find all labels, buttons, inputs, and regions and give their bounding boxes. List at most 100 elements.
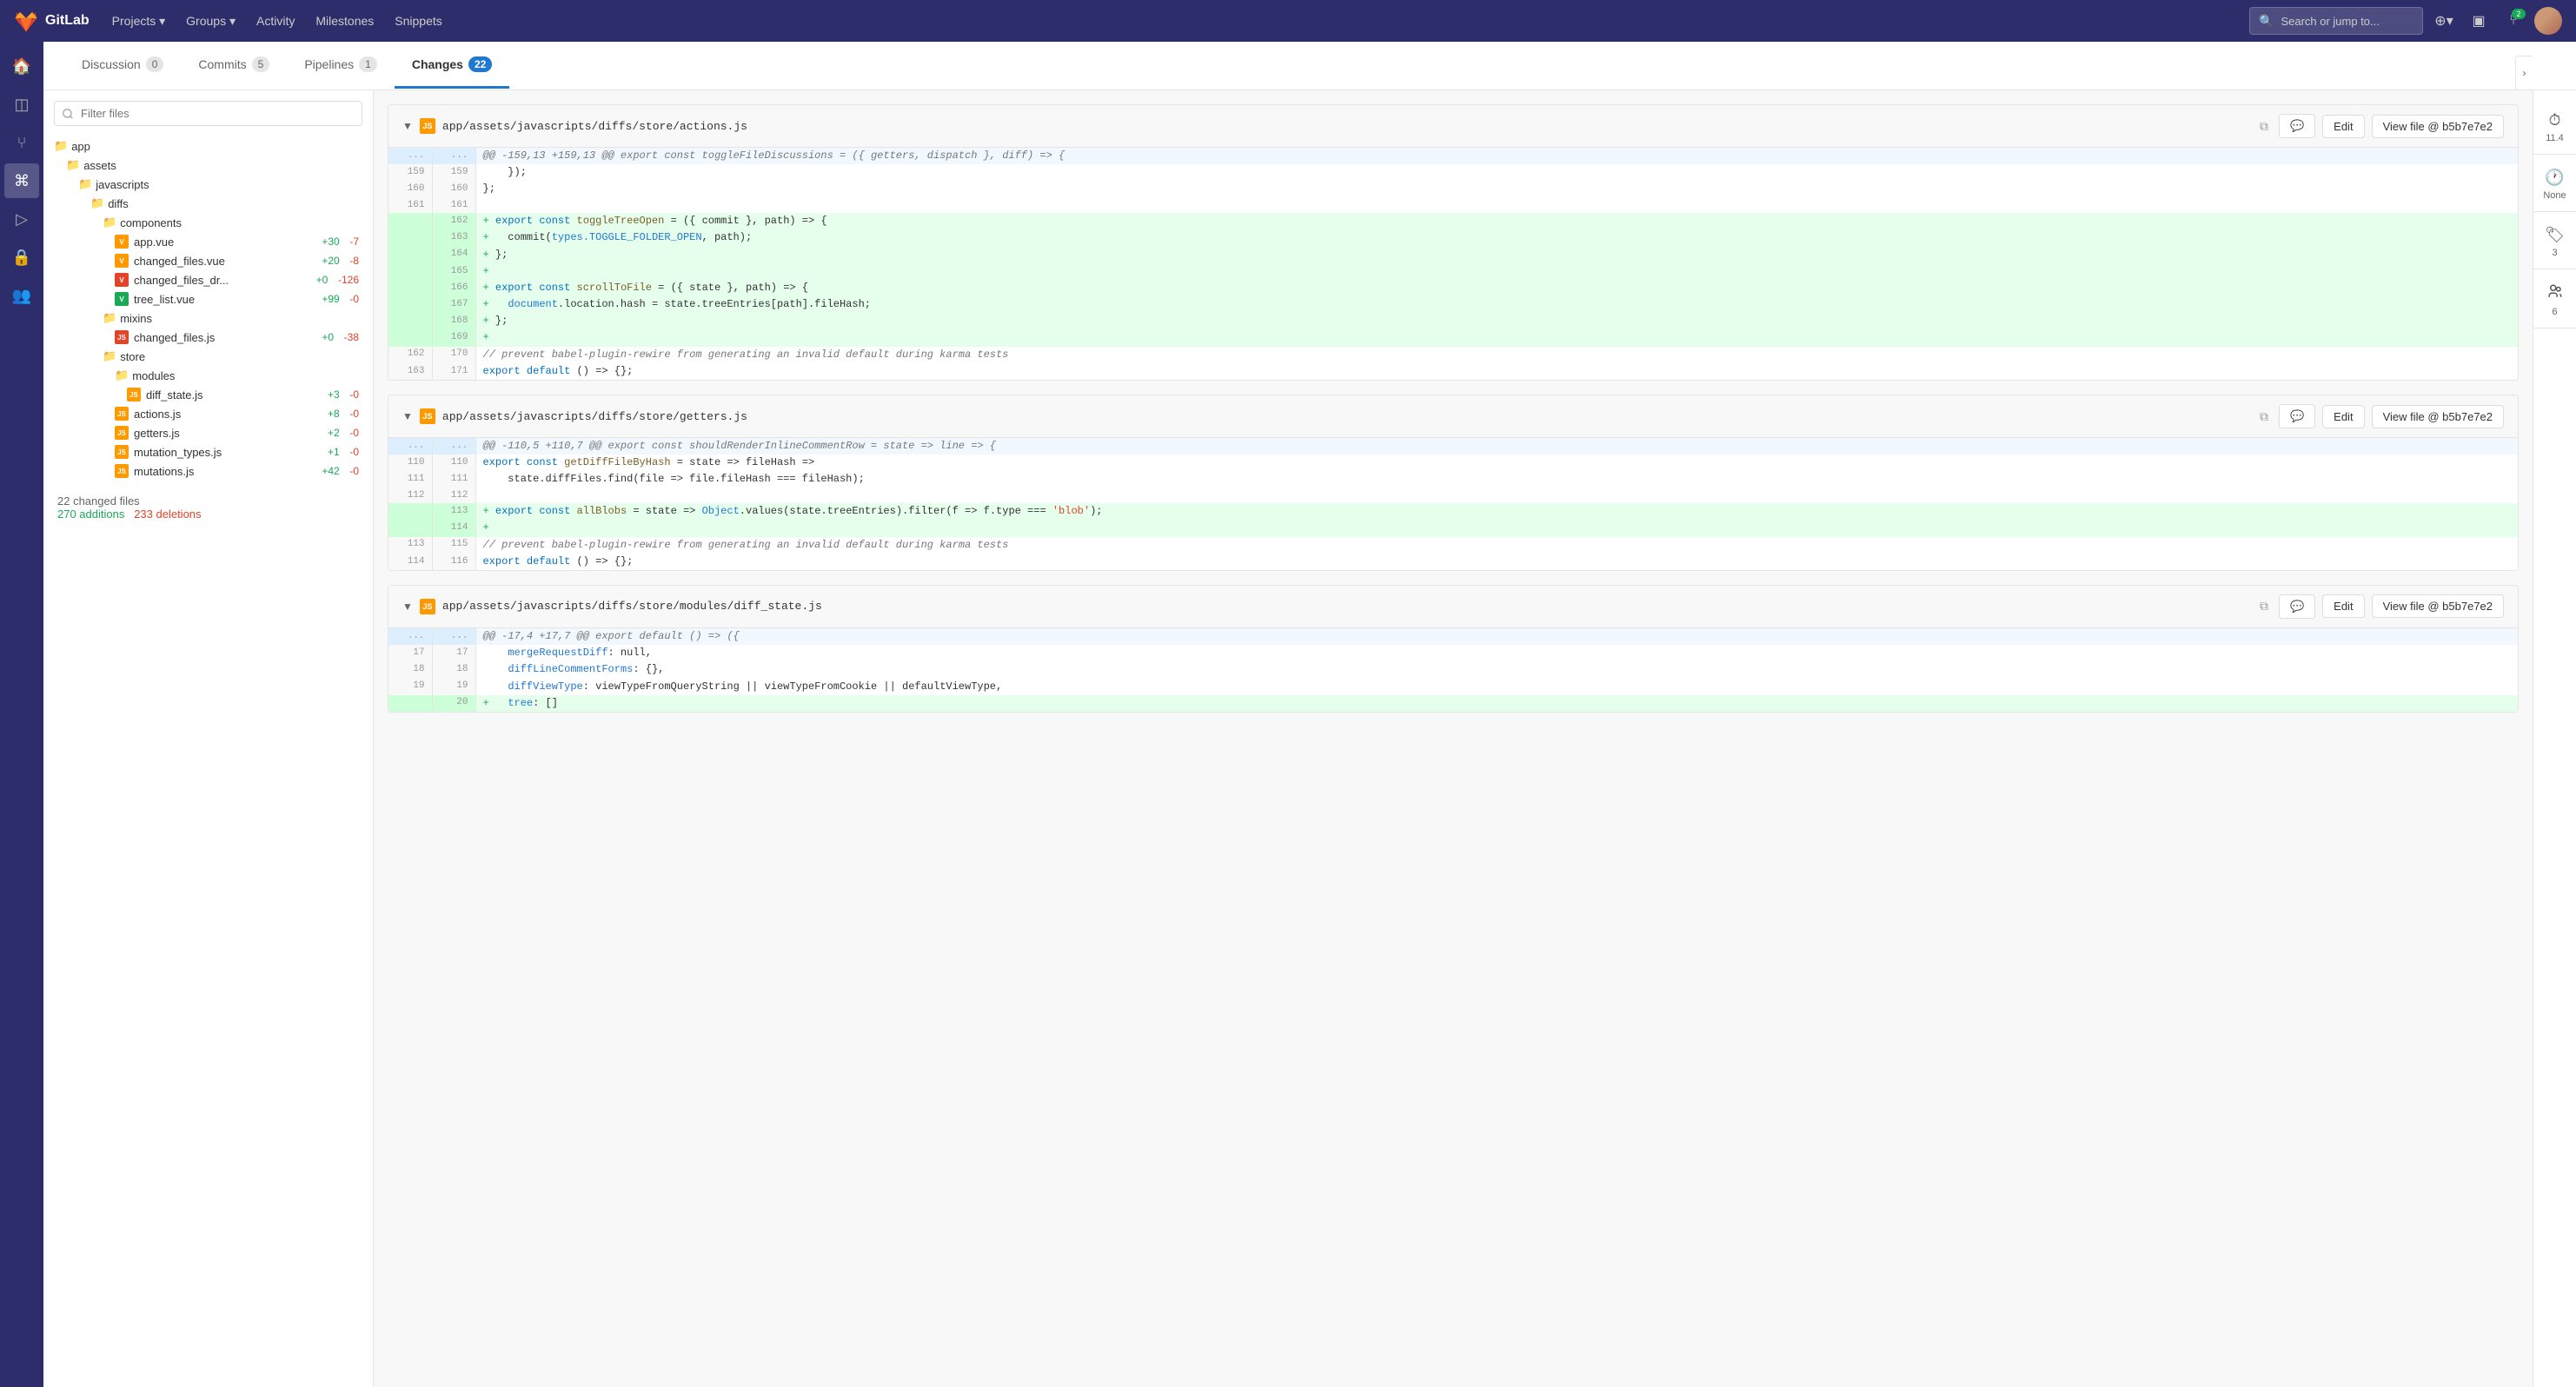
tab-changes-label: Changes: [412, 57, 463, 71]
search-box[interactable]: 🔍 Search or jump to...: [2249, 7, 2423, 35]
js-file-icon: JS: [115, 426, 129, 440]
tree-folder-diffs[interactable]: 📁 diffs: [54, 194, 362, 213]
sidebar-security[interactable]: 🔒: [4, 240, 39, 275]
code-table-2: ... ... @@ -110,5 +110,7 @@ export const…: [388, 438, 2518, 570]
edit-btn-3[interactable]: Edit: [2322, 594, 2364, 618]
collapse-btn-3[interactable]: ▼: [402, 601, 413, 613]
icon-sidebar: 🏠 ◫ ⑂ ⌘ ▷ 🔒 👥: [0, 42, 43, 1387]
nav-activity[interactable]: Activity: [248, 9, 303, 33]
tree-folder-app[interactable]: 📁 app: [54, 136, 362, 156]
tree-folder-javascripts[interactable]: 📁 javascripts: [54, 175, 362, 194]
tree-folder-components[interactable]: 📁 components: [54, 213, 362, 232]
plus-btn[interactable]: ⊕▾: [2430, 7, 2458, 35]
code-line: 160 160 };: [388, 181, 2518, 197]
copy-path-btn-3[interactable]: ⧉: [2256, 595, 2272, 617]
nav-right: 🔍 Search or jump to... ⊕▾ ▣ ⑂ 2: [2249, 7, 2562, 35]
folder-icon: 📁: [103, 311, 116, 325]
code-line: 113 115 // prevent babel-plugin-rewire f…: [388, 537, 2518, 554]
copy-path-btn-2[interactable]: ⧉: [2256, 406, 2272, 428]
user-avatar-btn[interactable]: [2534, 7, 2562, 35]
code-line-add: 168 + };: [388, 313, 2518, 329]
vue-file-icon: V: [115, 254, 129, 268]
sidebar-ci[interactable]: ▷: [4, 202, 39, 236]
content-area: 📁 app 📁 assets 📁 javascripts 📁 diffs: [43, 90, 2576, 1387]
code-line-add: 113 + export const allBlobs = state => O…: [388, 503, 2518, 520]
code-line: 18 18 diffLineCommentForms: {},: [388, 661, 2518, 678]
view-file-btn-2[interactable]: View file @ b5b7e7e2: [2372, 405, 2504, 428]
tab-changes[interactable]: Changes 22: [395, 43, 509, 89]
code-line: 114 116 export default () => {};: [388, 554, 2518, 570]
code-line-add: 20 + tree: []: [388, 695, 2518, 712]
tab-pipelines-count: 1: [359, 56, 377, 72]
comment-btn-3[interactable]: 💬: [2279, 594, 2315, 619]
tree-file-getters-js[interactable]: JS getters.js +2 -0: [54, 423, 362, 442]
comment-btn-2[interactable]: 💬: [2279, 404, 2315, 428]
collapse-btn-2[interactable]: ▼: [402, 410, 413, 422]
merge-requests-btn[interactable]: ⑂ 2: [2500, 7, 2527, 35]
file-type-icon-1: JS: [420, 118, 435, 134]
code-line-add: 114 +: [388, 520, 2518, 536]
sidebar-home[interactable]: 🏠: [4, 49, 39, 83]
diff-area: ▼ JS app/assets/javascripts/diffs/store/…: [374, 90, 2533, 1387]
view-file-btn-1[interactable]: View file @ b5b7e7e2: [2372, 115, 2504, 138]
tree-folder-modules[interactable]: 📁 modules: [54, 366, 362, 385]
tab-commits-count: 5: [252, 56, 270, 72]
sidebar-issues[interactable]: ◫: [4, 87, 39, 122]
tree-file-diff-state[interactable]: JS diff_state.js +3 -0: [54, 385, 362, 404]
tree-file-changed-files-js[interactable]: JS changed_files.js +0 -38: [54, 328, 362, 347]
tree-file-app-vue[interactable]: V app.vue +30 -7: [54, 232, 362, 251]
tree-file-mutation-types[interactable]: JS mutation_types.js +1 -0: [54, 442, 362, 461]
tree-file-changed-files-dr[interactable]: V changed_files_dr... +0 -126: [54, 270, 362, 289]
code-table-3: ... ... @@ -17,4 +17,7 @@ export default…: [388, 628, 2518, 712]
tabs-bar: Discussion 0 Commits 5 Pipelines 1 Chang…: [43, 42, 2576, 90]
right-sidebar-collapse-btn[interactable]: ›: [2515, 56, 2533, 90]
nav-groups[interactable]: Groups ▾: [177, 9, 244, 34]
milestone-icon: 🕐: [2545, 169, 2564, 187]
tree-file-changed-files-vue[interactable]: V changed_files.vue +20 -8: [54, 251, 362, 270]
participants-icon: [2547, 283, 2563, 303]
sidebar-code[interactable]: ⌘: [4, 163, 39, 198]
filter-files-input[interactable]: [54, 101, 362, 126]
tab-discussion[interactable]: Discussion 0: [64, 43, 181, 89]
edit-btn-2[interactable]: Edit: [2322, 405, 2364, 428]
nav-snippets[interactable]: Snippets: [386, 9, 450, 33]
sidebar-members[interactable]: 👥: [4, 278, 39, 313]
tree-file-tree-list-vue[interactable]: V tree_list.vue +99 -0: [54, 289, 362, 309]
tree-file-actions-js[interactable]: JS actions.js +8 -0: [54, 404, 362, 423]
sidebar-toggle-btn[interactable]: ▣: [2465, 7, 2493, 35]
comment-btn-1[interactable]: 💬: [2279, 114, 2315, 138]
tree-file-mutations-js[interactable]: JS mutations.js +42 -0: [54, 461, 362, 481]
code-line: 112 112: [388, 488, 2518, 504]
tree-folder-store[interactable]: 📁 store: [54, 347, 362, 366]
tab-discussion-label: Discussion: [82, 57, 141, 71]
widget-participants: 6: [2533, 273, 2576, 328]
summary-deletions: 233 deletions: [134, 508, 201, 521]
tree-folder-mixins[interactable]: 📁 mixins: [54, 309, 362, 328]
nav-projects[interactable]: Projects ▾: [103, 9, 175, 34]
tab-commits[interactable]: Commits 5: [181, 43, 287, 89]
diff-file-actions-js: ▼ JS app/assets/javascripts/diffs/store/…: [388, 104, 2519, 381]
sidebar-mergerequests[interactable]: ⑂: [4, 125, 39, 160]
code-line: 162 170 // prevent babel-plugin-rewire f…: [388, 347, 2518, 363]
tree-folder-assets[interactable]: 📁 assets: [54, 156, 362, 175]
diff-file-actions-3: 💬 Edit View file @ b5b7e7e2: [2279, 594, 2504, 619]
search-icon: 🔍: [2259, 14, 2274, 29]
nav-milestones[interactable]: Milestones: [307, 9, 382, 33]
vue-file-icon: V: [115, 273, 129, 287]
code-line-add: 169 +: [388, 329, 2518, 346]
code-line-add: 166 + export const scrollToFile = ({ sta…: [388, 280, 2518, 296]
js-file-icon: JS: [115, 407, 129, 421]
collapse-btn-1[interactable]: ▼: [402, 120, 413, 132]
code-line-add: 162 + export const toggleTreeOpen = ({ c…: [388, 213, 2518, 229]
hunk-line: ... ... @@ -110,5 +110,7 @@ export const…: [388, 438, 2518, 455]
gitlab-logo[interactable]: GitLab: [14, 9, 90, 33]
view-file-btn-3[interactable]: View file @ b5b7e7e2: [2372, 594, 2504, 618]
diff-file-actions-1: 💬 Edit View file @ b5b7e7e2: [2279, 114, 2504, 138]
diff-file-path-3: app/assets/javascripts/diffs/store/modul…: [442, 600, 2249, 613]
vue-file-icon: V: [115, 235, 129, 249]
copy-path-btn-1[interactable]: ⧉: [2256, 116, 2272, 137]
widget-time: ⏱ 11.4: [2533, 101, 2576, 155]
edit-btn-1[interactable]: Edit: [2322, 115, 2364, 138]
diff-file-header-3: ▼ JS app/assets/javascripts/diffs/store/…: [388, 586, 2518, 628]
tab-pipelines[interactable]: Pipelines 1: [287, 43, 395, 89]
